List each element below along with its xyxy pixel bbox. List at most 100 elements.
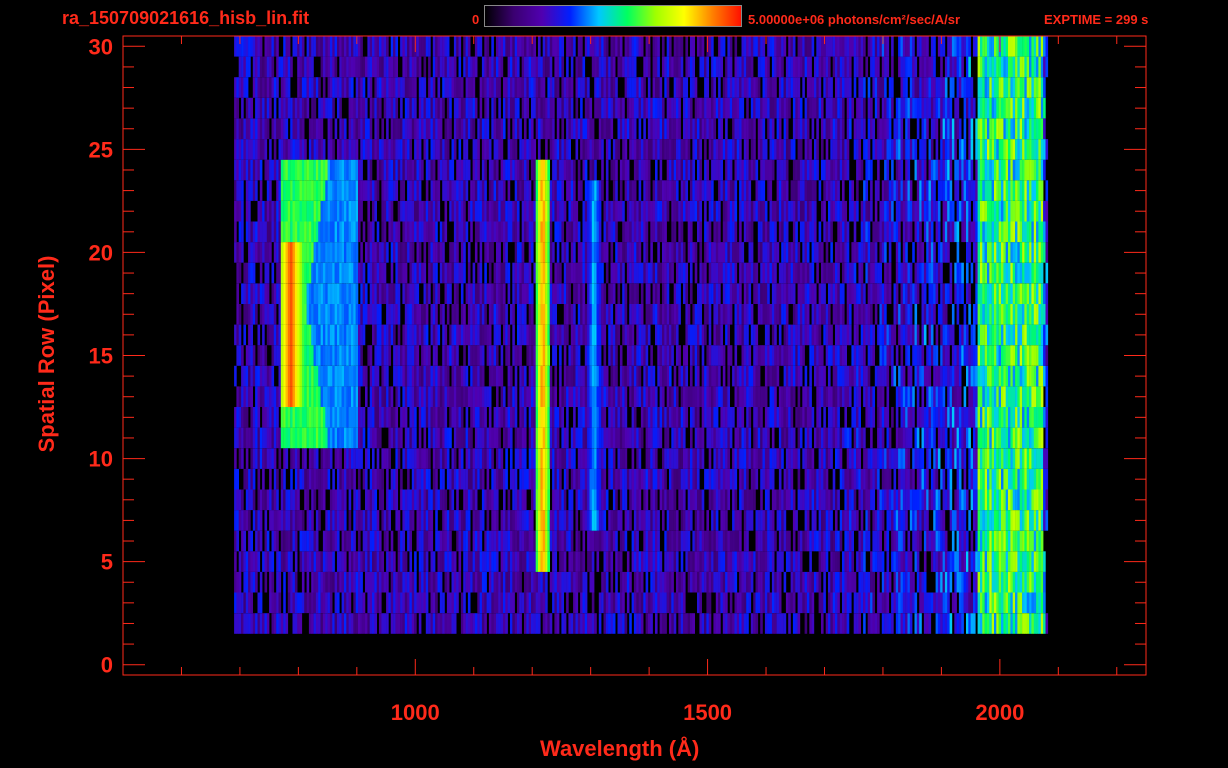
heatmap-cell [337,365,340,387]
heatmap-cell [973,304,976,325]
heatmap-cell [849,448,852,469]
heatmap-cell [662,345,665,366]
heatmap-cell [411,448,415,469]
heatmap-cell [248,324,251,346]
heatmap-cell [998,571,1002,593]
heatmap-cell [727,345,730,366]
heatmap-cell [619,592,623,614]
heatmap-cell [325,613,328,634]
heatmap-cell [248,530,251,552]
heatmap-cell [245,592,249,614]
heatmap-cell [498,468,501,490]
heatmap-cell [996,283,999,304]
heatmap-cell [980,386,983,407]
heatmap-cell [273,324,277,346]
heatmap-cell [954,613,957,634]
heatmap-cell [404,613,408,634]
heatmap-cell [619,551,623,572]
heatmap-cell [577,365,581,387]
heatmap-cell [292,427,296,449]
heatmap-cell [849,304,852,325]
heatmap-cell [603,530,607,552]
heatmap-cell [802,283,805,304]
heatmap-cell [814,489,817,511]
heatmap-cell [374,324,377,346]
heatmap-cell [928,386,932,407]
heatmap-cell [575,386,579,407]
heatmap-cell [467,592,471,614]
heatmap-cell [386,592,389,614]
heatmap-cell [535,283,539,304]
heatmap-cell [332,283,335,304]
heatmap-cell [743,345,747,366]
heatmap-cell [902,468,906,490]
heatmap-cell [849,510,852,531]
heatmap-cell [337,345,340,366]
heatmap-cell [1019,613,1023,634]
heatmap-cell [315,324,319,346]
heatmap-cell [1036,551,1039,572]
heatmap-cell [757,448,761,469]
heatmap-cell [269,365,272,387]
heatmap-cell [416,592,420,614]
heatmap-cell [958,448,962,469]
heatmap-cell [856,613,859,634]
heatmap-cell [252,365,256,387]
heatmap-cell [383,613,387,634]
heatmap-cell [676,407,679,428]
heatmap-cell [926,468,929,490]
heatmap-cell [428,468,431,490]
heatmap-cell [685,530,688,552]
heatmap-cell [1017,489,1020,511]
heatmap-cell [984,530,988,552]
heatmap-cell [846,365,850,387]
heatmap-cell [792,283,796,304]
heatmap-cell [372,365,375,387]
heatmap-cell [456,510,459,531]
heatmap-cell [732,510,735,531]
heatmap-cell [652,407,656,428]
heatmap-cell [622,530,625,552]
heatmap-cell [535,530,539,552]
heatmap-cell [1031,386,1034,407]
heatmap-cell [273,283,277,304]
heatmap-cell [767,489,770,511]
heatmap-cell [669,551,672,572]
heatmap-cell [706,365,709,387]
heatmap-cell [283,427,286,449]
heatmap-cell [540,468,543,490]
heatmap-cell [963,468,967,490]
heatmap-cell [987,345,990,366]
heatmap-cell [998,592,1002,614]
heatmap-cell [554,468,557,490]
heatmap-cell [325,345,328,366]
heatmap-cell [1045,304,1049,325]
heatmap-cell [1003,365,1006,387]
heatmap-cell [603,386,607,407]
heatmap-cell [811,345,815,366]
heatmap-cell [940,324,943,346]
heatmap-cell [519,489,522,511]
heatmap-cell [421,365,424,387]
heatmap-cell [346,530,349,552]
heatmap-cell [1040,530,1044,552]
heatmap-cell [912,324,915,346]
heatmap-cell [919,365,922,387]
heatmap-cell [355,407,359,428]
heatmap-cell [1001,613,1004,634]
heatmap-cell [799,571,803,593]
heatmap-cell [722,304,726,325]
heatmap-cell [278,510,282,531]
heatmap-cell [956,407,960,428]
heatmap-cell [907,613,911,634]
heatmap-cell [1019,489,1023,511]
heatmap-cell [582,592,586,614]
heatmap-cell [358,489,361,511]
heatmap-cell [662,283,665,304]
heatmap-cell [1033,365,1037,387]
heatmap-cell [982,468,985,490]
heatmap-cell [1015,468,1018,490]
heatmap-cell [481,283,485,304]
heatmap-cell [435,427,438,449]
heatmap-cell [879,345,882,366]
